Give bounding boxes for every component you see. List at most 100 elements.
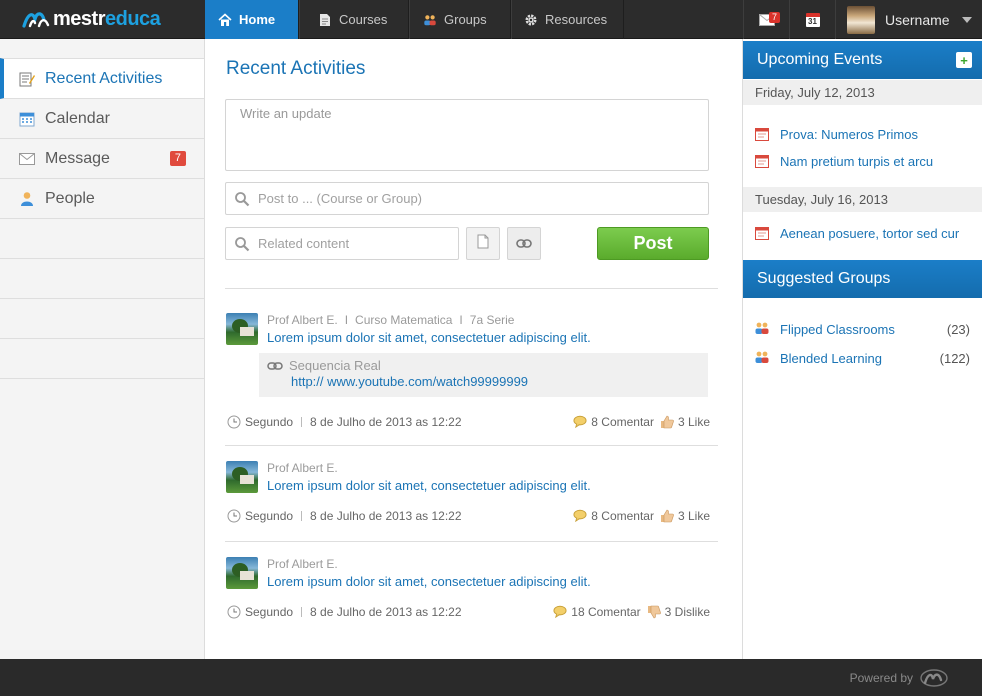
- post-author[interactable]: Prof Albert E.: [267, 557, 338, 571]
- comment-count: 8 Comentar: [591, 509, 654, 523]
- link-icon: [516, 235, 532, 253]
- post-author[interactable]: Prof Albert E.: [267, 313, 338, 327]
- footer-separator: [301, 417, 303, 427]
- feed-post: Prof Albert E. Lorem ipsum dolor sit ame…: [225, 557, 718, 647]
- post-text[interactable]: Lorem ipsum dolor sit amet, consectetuer…: [267, 574, 591, 589]
- document-icon: [318, 13, 332, 27]
- feed-divider: [225, 288, 718, 289]
- link-icon: [267, 361, 283, 370]
- group-item[interactable]: Blended Learning (122): [754, 349, 970, 367]
- comment-count: 18 Comentar: [571, 605, 641, 619]
- event-item[interactable]: Nam pretium turpis et arcu: [754, 152, 933, 170]
- top-navigation-bar: mestr educa Home Courses Groups Resources…: [0, 0, 982, 39]
- page-title: Recent Activities: [226, 58, 366, 79]
- sidebar-item-label: Calendar: [45, 109, 110, 127]
- attachment-title: Sequencia Real: [289, 358, 381, 373]
- calendar-icon: [19, 111, 35, 127]
- like-button[interactable]: 3 Like: [660, 415, 710, 429]
- event-title: Nam pretium turpis et arcu: [780, 153, 934, 169]
- post-footer: Segundo 8 de Julho de 2013 as 12:22 8 Co…: [227, 508, 710, 524]
- calendar-button[interactable]: 31: [789, 0, 835, 39]
- sidebar-empty-row: [0, 339, 204, 379]
- nav-tab-resources[interactable]: Resources: [511, 0, 624, 39]
- nav-tab-home[interactable]: Home: [205, 0, 299, 39]
- post-grade[interactable]: 7a Serie: [470, 313, 515, 327]
- dislike-count: 3 Dislike: [664, 605, 710, 619]
- like-button[interactable]: 3 Like: [660, 509, 710, 523]
- related-content-placeholder: Related content: [258, 236, 350, 251]
- post-date: 8 de Julho de 2013 as 12:22: [310, 509, 462, 523]
- clock-icon: [227, 605, 241, 619]
- post-meta: Prof Albert E.: [267, 557, 338, 571]
- attach-file-button[interactable]: [466, 227, 500, 260]
- sidebar-item-recent-activities[interactable]: Recent Activities: [0, 58, 204, 99]
- footer: Powered by: [0, 659, 982, 696]
- author-avatar[interactable]: [226, 313, 258, 345]
- post-date: 8 de Julho de 2013 as 12:22: [310, 415, 462, 429]
- user-menu[interactable]: Username: [835, 0, 982, 39]
- post-meta: Prof Albert E.: [267, 461, 338, 475]
- post-button[interactable]: Post: [597, 227, 709, 260]
- nav-tab-home-label: Home: [239, 12, 276, 27]
- post-text[interactable]: Lorem ipsum dolor sit amet, consectetuer…: [267, 330, 591, 345]
- group-name: Flipped Classrooms: [780, 321, 895, 337]
- logo-text-part1: mestr: [53, 7, 105, 30]
- post-day: Segundo: [245, 509, 294, 523]
- meta-separator: I: [459, 313, 463, 327]
- post-meta: Prof Albert E. I Curso Matematica I 7a Serie: [267, 313, 514, 327]
- logo-mark-icon: [22, 9, 50, 29]
- post-course[interactable]: Curso Matematica: [355, 313, 452, 327]
- post-text[interactable]: Lorem ipsum dolor sit amet, consectetuer…: [267, 478, 591, 493]
- username-label: Username: [885, 11, 950, 28]
- post-to-input[interactable]: Post to ... (Course or Group): [225, 182, 709, 215]
- author-avatar[interactable]: [226, 557, 258, 589]
- nav-tab-resources-label: Resources: [545, 12, 608, 27]
- sidebar-item-people[interactable]: People: [0, 179, 204, 219]
- mail-count-badge: 7: [769, 12, 781, 23]
- event-item[interactable]: Aenean posuere, tortor sed cur: [754, 224, 959, 242]
- post-attachment: Sequencia Real http:// www.youtube.com/w…: [259, 353, 708, 397]
- update-textarea[interactable]: Write an update: [225, 99, 709, 171]
- thumbs-up-icon: [660, 509, 674, 523]
- related-content-input[interactable]: Related content: [225, 227, 459, 260]
- post-day: Segundo: [245, 415, 294, 429]
- person-icon: [19, 191, 35, 207]
- search-icon: [234, 191, 250, 207]
- feed-post: Prof Albert E. Lorem ipsum dolor sit ame…: [225, 461, 718, 551]
- footer-logo-icon: [920, 669, 948, 687]
- meta-separator: I: [344, 313, 349, 327]
- sidebar-item-calendar[interactable]: Calendar: [0, 99, 204, 139]
- comment-icon: [573, 415, 587, 429]
- post-day: Segundo: [245, 605, 294, 619]
- post-author[interactable]: Prof Albert E.: [267, 461, 338, 475]
- comment-button[interactable]: 8 Comentar: [573, 509, 654, 523]
- group-icon: [423, 13, 437, 27]
- sidebar-item-message[interactable]: Message 7: [0, 139, 204, 179]
- main-content: Recent Activities Write an update Post t…: [206, 39, 742, 659]
- nav-tab-courses[interactable]: Courses: [299, 0, 409, 39]
- attachment-url[interactable]: http:// www.youtube.com/watch99999999: [291, 374, 708, 389]
- nav-tab-groups[interactable]: Groups: [409, 0, 511, 39]
- avatar-house: [240, 571, 254, 580]
- like-count: 3 Like: [677, 509, 710, 523]
- comment-button[interactable]: 18 Comentar: [553, 605, 641, 619]
- app-logo[interactable]: mestr educa: [22, 7, 161, 30]
- home-icon: [218, 12, 232, 27]
- attach-link-button[interactable]: [507, 227, 541, 260]
- calendar-event-icon: [754, 225, 770, 241]
- dislike-button[interactable]: 3 Dislike: [647, 605, 710, 619]
- group-item[interactable]: Flipped Classrooms (23): [754, 320, 970, 338]
- mail-button[interactable]: 7: [743, 0, 789, 39]
- sidebar-empty-row: [0, 259, 204, 299]
- footer-separator: [301, 511, 303, 521]
- avatar: [847, 5, 875, 34]
- left-sidebar: Recent Activities Calendar Message 7 Peo…: [0, 39, 205, 659]
- comment-button[interactable]: 8 Comentar: [573, 415, 654, 429]
- suggested-groups-title: Suggested Groups: [757, 270, 891, 287]
- event-item[interactable]: Prova: Numeros Primos: [754, 125, 918, 143]
- powered-by[interactable]: Powered by: [850, 669, 948, 687]
- author-avatar[interactable]: [226, 461, 258, 493]
- sidebar-item-label: Recent Activities: [45, 69, 163, 87]
- add-event-button[interactable]: +: [956, 52, 972, 68]
- post-footer: Segundo 8 de Julho de 2013 as 12:22 18 C…: [227, 604, 710, 620]
